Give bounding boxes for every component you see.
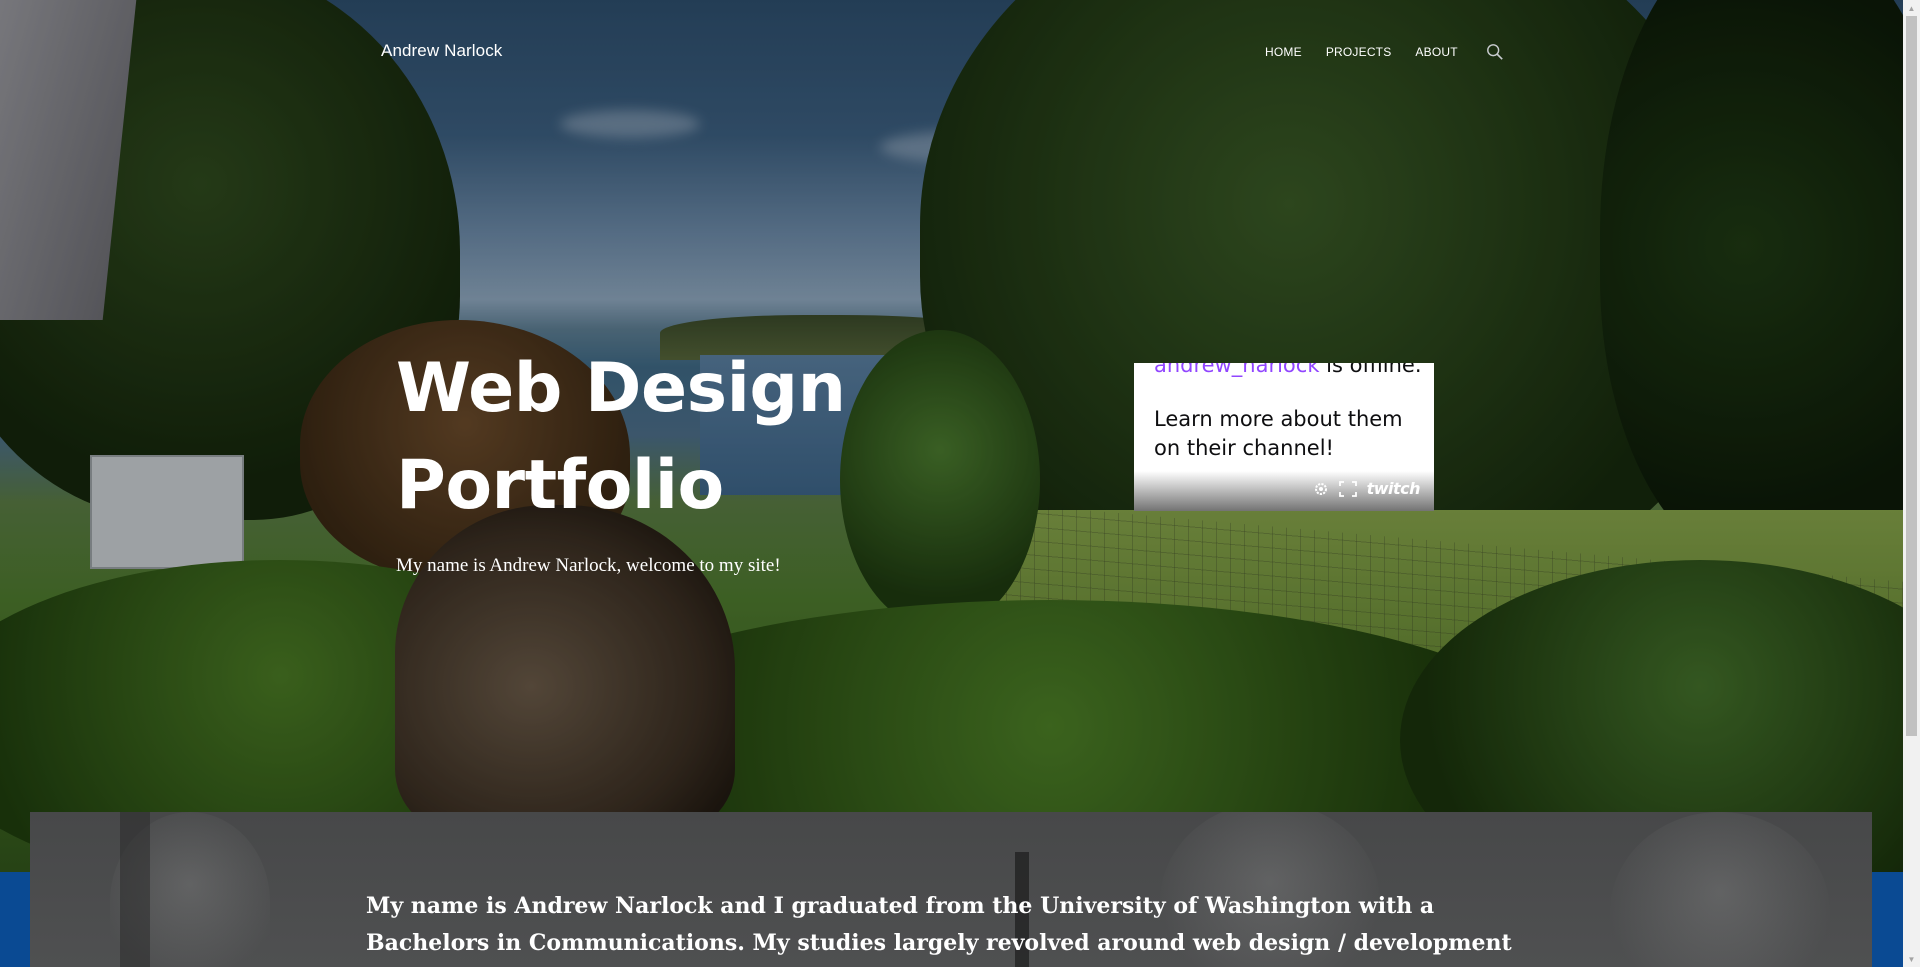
twitch-channel-link[interactable]: andrew_narlock — [1154, 363, 1319, 377]
site-title[interactable]: Andrew Narlock — [381, 41, 502, 61]
twitch-embed[interactable]: andrew_narlock is offline. Learn more ab… — [1134, 363, 1434, 511]
twitch-control-bar: twitch — [1134, 471, 1434, 511]
search-icon — [1486, 44, 1503, 60]
scrollbar-thumb[interactable] — [1906, 16, 1917, 736]
fullscreen-icon[interactable] — [1338, 480, 1357, 497]
nav-home[interactable]: HOME — [1265, 45, 1302, 59]
settings-icon[interactable] — [1313, 481, 1329, 497]
page-title-line1: Web Design — [396, 349, 846, 428]
twitch-logo[interactable]: twitch — [1367, 479, 1421, 498]
scroll-down-icon[interactable]: ▼ — [1903, 951, 1920, 967]
about-panel: My name is Andrew Narlock and I graduate… — [30, 812, 1872, 967]
scroll-up-icon[interactable]: ▲ — [1903, 0, 1920, 16]
nav-about[interactable]: ABOUT — [1415, 45, 1457, 59]
page-scrollbar[interactable]: ▲ ▼ — [1903, 0, 1920, 967]
twitch-offline-text: is offline. — [1319, 363, 1422, 377]
hero-subtitle: My name is Andrew Narlock, welcome to my… — [396, 555, 781, 576]
main-nav: HOME PROJECTS ABOUT — [1265, 43, 1504, 61]
twitch-offline-message: andrew_narlock is offline. Learn more ab… — [1154, 363, 1424, 488]
page-title-line2: Portfolio — [396, 446, 724, 525]
search-button[interactable] — [1482, 43, 1504, 61]
twitch-learn-more[interactable]: Learn more about them on their channel! — [1154, 405, 1424, 463]
about-text: My name is Andrew Narlock and I graduate… — [366, 893, 1512, 956]
page-title: Web Design Portfolio — [396, 340, 916, 534]
nav-projects[interactable]: PROJECTS — [1326, 45, 1392, 59]
